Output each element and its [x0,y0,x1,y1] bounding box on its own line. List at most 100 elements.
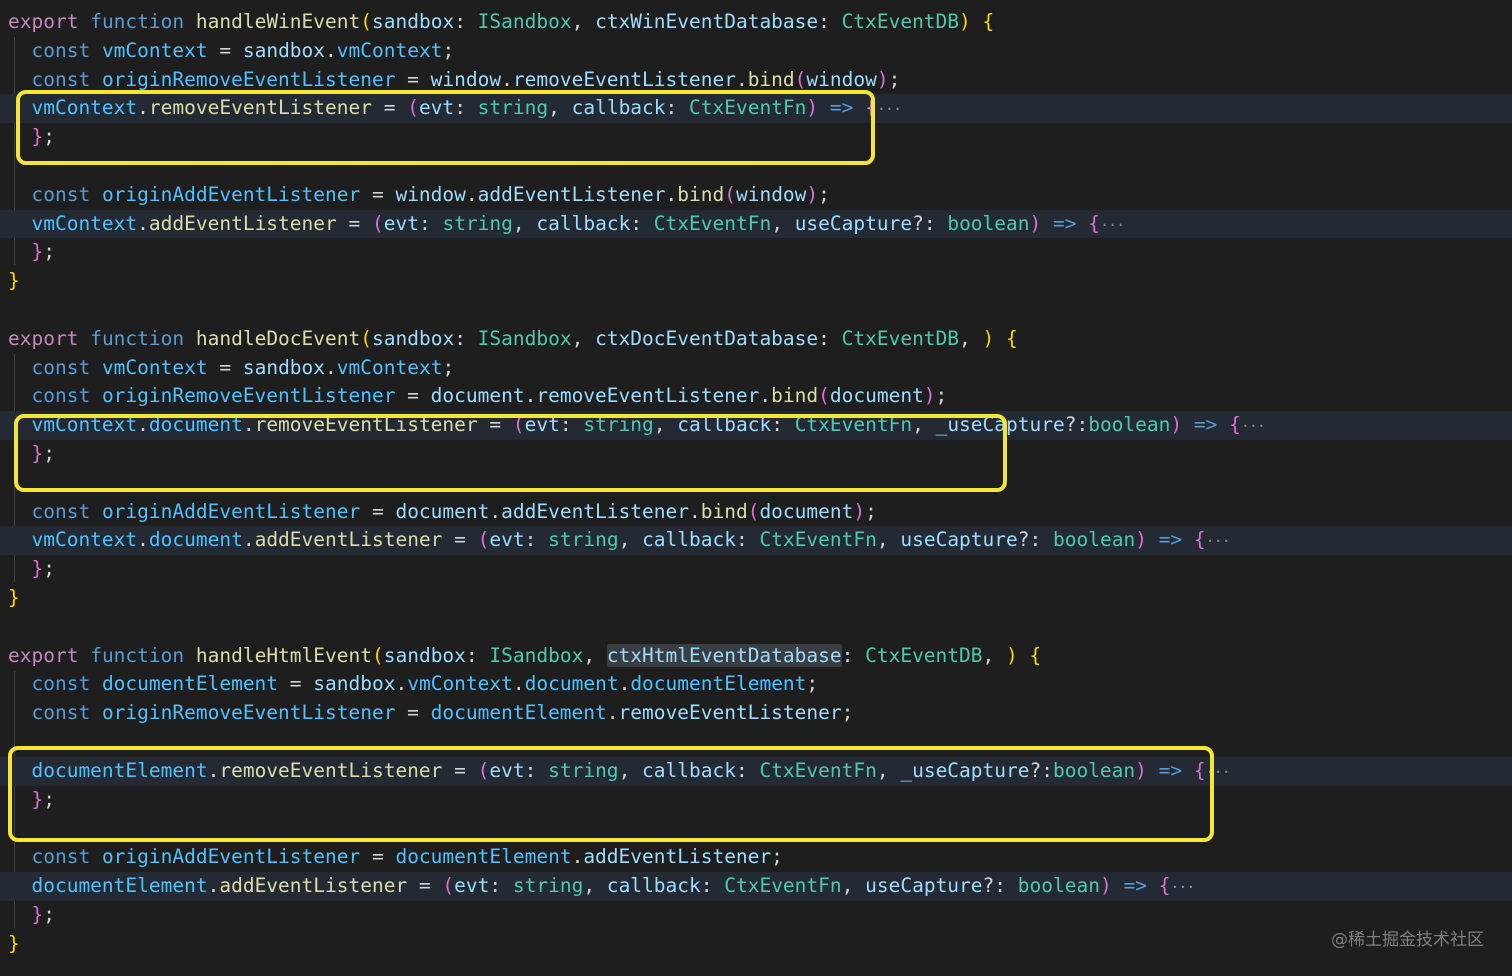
code-token: addEventListener [254,528,443,552]
code-token: string [583,413,654,437]
code-line[interactable]: const originRemoveEventListener = window… [0,66,1512,95]
code-line[interactable]: }; [0,123,1512,152]
code-token: ; [442,355,455,379]
code-token: = [207,355,243,379]
code-token: sandbox [313,672,396,696]
code-token: documentElement [395,845,572,869]
code-token: CtxEventFn [724,873,842,897]
code-line[interactable]: vmContext.addEventListener = (evt: strin… [0,209,1512,239]
code-line[interactable]: const originRemoveEventListener = docume… [0,699,1512,728]
code-line[interactable] [0,728,1512,757]
code-token: . [571,845,584,869]
code-token: removeEventListener [618,701,842,725]
code-line[interactable]: const vmContext = sandbox.vmContext; [0,37,1512,66]
code-line[interactable]: const documentElement = sandbox.vmContex… [0,670,1512,699]
code-line[interactable]: const originAddEventListener = window.ad… [0,181,1512,210]
code-line[interactable] [0,814,1512,843]
code-line[interactable] [0,469,1512,498]
code-token: => [1123,873,1147,897]
code-token: , [571,10,596,33]
code-token: . [242,413,255,437]
code-token: . [665,182,678,206]
code-line[interactable]: documentElement.removeEventListener = (e… [0,756,1512,786]
code-token: sandbox [242,355,326,379]
code-line[interactable] [0,296,1512,325]
code-token: boolean [1017,873,1100,897]
code-line[interactable]: const originRemoveEventListener = docume… [0,382,1512,411]
code-token: removeEventListener [148,96,372,120]
code-token: bind [677,182,725,206]
code-token: CtxEventFn [653,211,772,235]
code-line[interactable]: export function handleDocEvent(sandbox: … [0,325,1512,354]
code-line[interactable]: }; [0,786,1512,815]
code-line[interactable]: const originAddEventListener = document.… [0,498,1512,527]
fold-ellipsis-icon[interactable]: ··· [1170,878,1195,896]
code-token: ; [442,38,455,62]
code-token: : [665,96,690,120]
code-line[interactable]: vmContext.document.addEventListener = (e… [0,526,1512,556]
fold-ellipsis-icon[interactable]: ··· [1206,763,1231,781]
code-token: ISandbox [477,10,572,33]
code-token: ; [806,672,819,696]
code-token: => [1158,528,1183,552]
code-token: , [618,758,643,782]
code-token: = [395,384,431,408]
code-token: = [278,672,314,696]
code-line[interactable]: vmContext.removeEventListener = (evt: st… [0,94,1512,124]
code-token: const [31,182,91,206]
code-token: ; [935,384,948,408]
fold-ellipsis-icon[interactable]: ··· [1241,417,1266,435]
code-token: ) [959,10,971,33]
code-token: } [31,557,44,581]
code-token: const [31,67,91,91]
code-line[interactable]: export function handleWinEvent(sandbox: … [0,8,1512,37]
code-line[interactable]: const originAddEventListener = documentE… [0,843,1512,872]
code-line[interactable]: export function handleHtmlEvent(sandbox:… [0,642,1512,671]
code-token: ( [512,413,525,437]
code-line[interactable]: vmContext.document.removeEventListener =… [0,411,1512,440]
code-token: , [771,211,795,235]
fold-ellipsis-icon[interactable]: ··· [1206,532,1231,550]
code-token: vmContext [336,38,443,62]
code-token: { [1029,643,1042,667]
code-line[interactable]: const vmContext = sandbox.vmContext; [0,354,1512,383]
code-token: ; [888,67,901,91]
code-line[interactable] [0,152,1512,181]
fold-ellipsis-icon[interactable]: ··· [877,100,902,118]
code-token: ( [794,67,807,91]
code-token: evt [489,758,525,782]
code-token: document [829,384,924,408]
code-token: _useCapture [900,758,1030,782]
code-token: = [360,845,396,869]
code-line[interactable]: }; [0,901,1512,930]
code-token: . [137,528,149,552]
code-line[interactable] [0,613,1512,642]
code-area[interactable]: export function handleWinEvent(sandbox: … [0,8,1512,958]
code-token: ; [43,557,55,581]
code-line[interactable]: } [0,267,1512,296]
code-token: ( [360,326,372,350]
code-line[interactable]: }; [0,555,1512,584]
code-token: . [137,96,149,120]
code-token: handleDocEvent [195,326,361,350]
code-token: ?: [1064,413,1089,437]
code-line[interactable]: documentElement.addEventListener = (evt:… [0,871,1512,901]
code-line[interactable]: }; [0,238,1512,267]
code-line[interactable]: } [0,930,1512,959]
code-line[interactable]: }; [0,440,1512,469]
code-token: vmContext [31,96,138,120]
fold-ellipsis-icon[interactable]: ··· [1100,216,1125,234]
code-line[interactable]: } [0,584,1512,613]
code-token: , [548,96,572,120]
